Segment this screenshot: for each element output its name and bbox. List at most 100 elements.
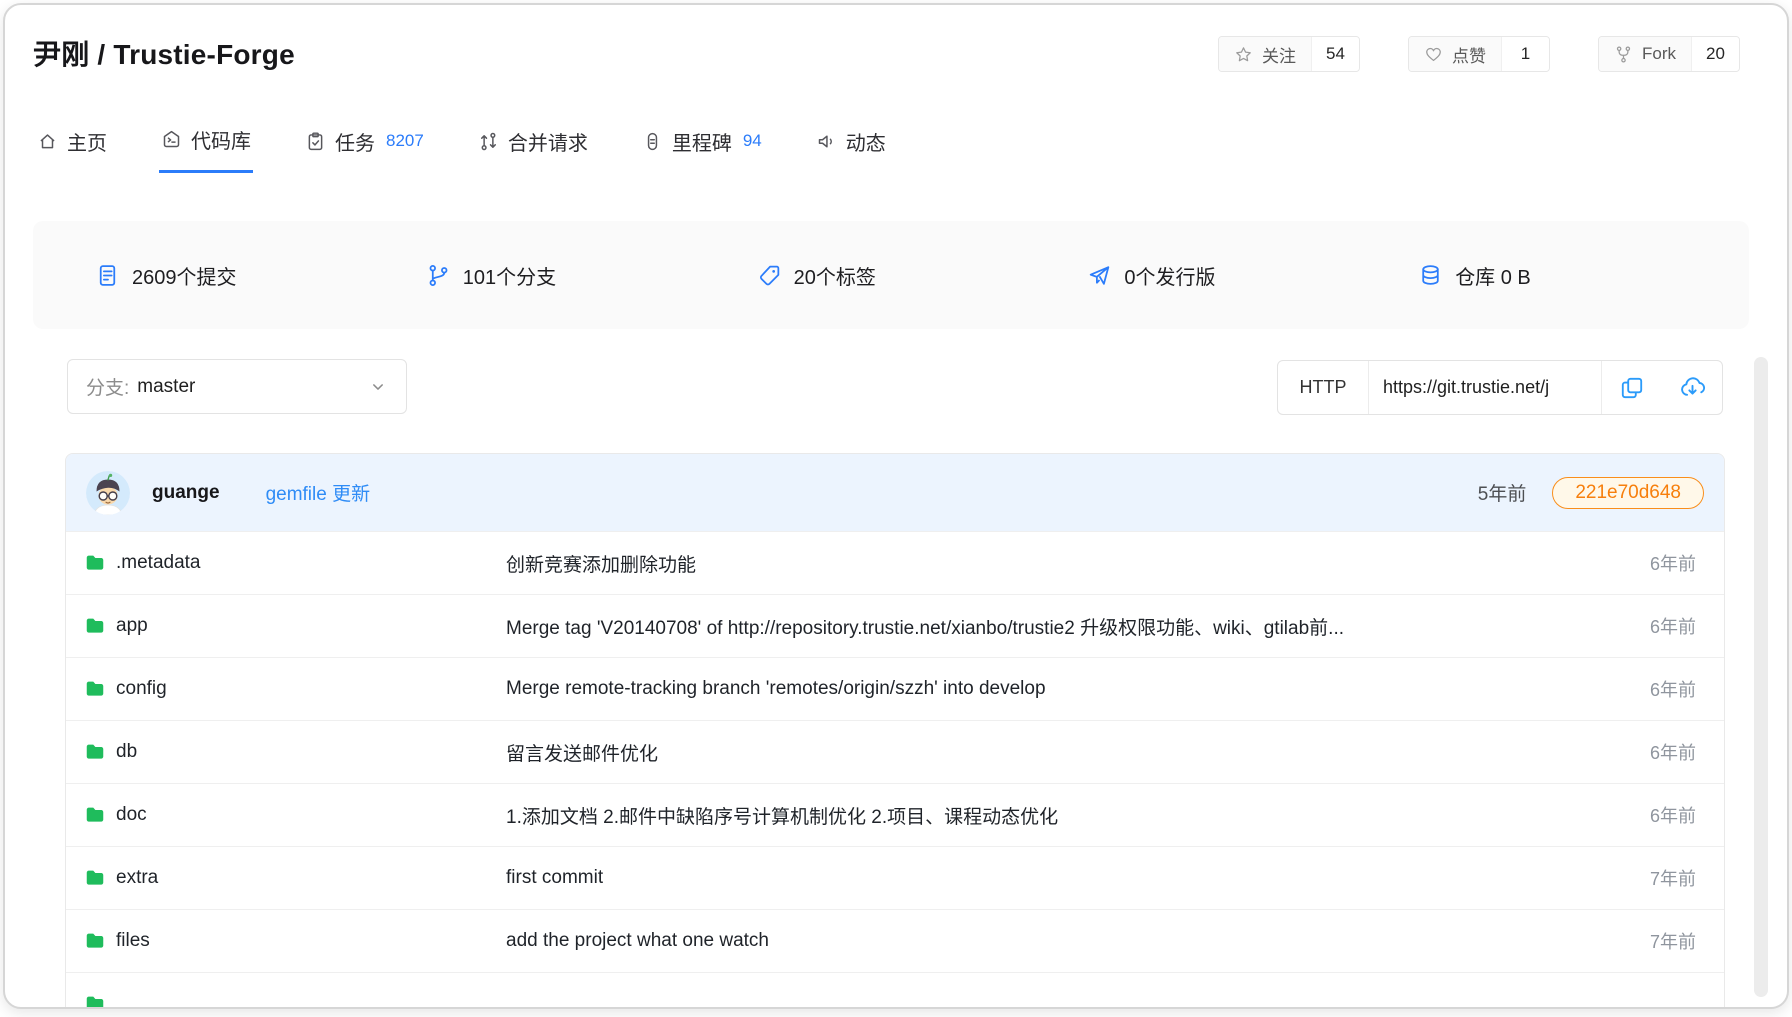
branch-label: 分支: — [86, 373, 129, 400]
tab-milestones-count: 94 — [743, 131, 762, 151]
commit-message-cell[interactable]: Merge tag 'V20140708' of http://reposito… — [506, 595, 1344, 657]
folder-icon — [84, 678, 106, 700]
table-row[interactable]: doc 1.添加文档 2.邮件中缺陷序号计算机制优化 2.项目、课程动态优化 6… — [66, 783, 1724, 846]
vertical-scrollbar[interactable] — [1754, 357, 1768, 997]
stat-commits[interactable]: 2609个提交 — [95, 261, 426, 290]
commit-time-cell: 6年前 — [1650, 784, 1696, 846]
commit-hash-badge[interactable]: 221e70d648 — [1552, 477, 1704, 509]
file-name-cell[interactable]: db — [84, 721, 137, 783]
stat-commits-label: 2609个提交 — [132, 261, 237, 290]
tag-icon — [757, 263, 782, 288]
file-name-cell[interactable]: extra — [84, 847, 158, 909]
table-row[interactable]: .metadata 创新竞赛添加删除功能 6年前 — [66, 531, 1724, 594]
watch-button[interactable]: 关注 54 — [1218, 36, 1360, 72]
branch-icon — [426, 263, 451, 288]
tab-home[interactable]: 主页 — [35, 119, 109, 173]
table-row[interactable]: files add the project what one watch 7年前 — [66, 909, 1724, 972]
page-title: 尹刚 / Trustie-Forge — [33, 33, 295, 73]
table-row[interactable]: config Merge remote-tracking branch 'rem… — [66, 657, 1724, 720]
commit-message-cell[interactable]: 1.添加文档 2.邮件中缺陷序号计算机制优化 2.项目、课程动态优化 — [506, 784, 1058, 846]
commits-icon — [95, 263, 120, 288]
folder-icon — [84, 552, 106, 574]
table-row-partial[interactable] — [66, 972, 1724, 1009]
commit-time-cell: 7年前 — [1650, 910, 1696, 972]
folder-icon — [84, 993, 106, 1009]
stat-repo-size[interactable]: 仓库 0 B — [1418, 261, 1749, 290]
tab-merge-requests[interactable]: 合并请求 — [476, 119, 590, 173]
merge-request-icon — [478, 131, 499, 152]
commit-time-cell: 6年前 — [1650, 721, 1696, 783]
milestone-icon — [642, 131, 663, 152]
commit-author[interactable]: guange — [152, 482, 220, 504]
release-plane-icon — [1087, 263, 1112, 288]
stat-branches-label: 101个分支 — [463, 261, 556, 290]
commit-time-cell: 6年前 — [1650, 532, 1696, 594]
like-count[interactable]: 1 — [1501, 37, 1549, 71]
cloud-download-icon — [1679, 374, 1706, 401]
file-table: guange gemfile 更新 5年前 221e70d648 .metada… — [65, 453, 1725, 1009]
commit-time-cell: 7年前 — [1650, 847, 1696, 909]
commit-message-cell[interactable]: first commit — [506, 847, 603, 909]
tab-code-label: 代码库 — [191, 125, 251, 154]
stat-repo-size-label: 仓库 0 B — [1455, 261, 1531, 290]
tab-issues-count: 8207 — [386, 131, 424, 151]
database-icon — [1418, 263, 1443, 288]
avatar[interactable] — [86, 471, 130, 515]
repo-stats-bar: 2609个提交 101个分支 20个标签 0个发行版 仓库 0 B — [33, 221, 1749, 329]
commit-time-cell: 6年前 — [1650, 658, 1696, 720]
activity-speaker-icon — [816, 131, 837, 152]
commit-message-cell[interactable]: 留言发送邮件优化 — [506, 721, 658, 783]
table-row[interactable]: db 留言发送邮件优化 6年前 — [66, 720, 1724, 783]
tab-milestones[interactable]: 里程碑 94 — [640, 119, 764, 173]
stat-releases[interactable]: 0个发行版 — [1087, 261, 1418, 290]
fork-count[interactable]: 20 — [1691, 37, 1739, 71]
commit-message-cell[interactable]: Merge remote-tracking branch 'remotes/or… — [506, 658, 1046, 720]
clone-url-group: HTTP https://git.trustie.net/j — [1277, 360, 1723, 415]
file-name-cell[interactable]: config — [84, 658, 167, 720]
file-name-cell[interactable]: files — [84, 910, 150, 972]
download-button[interactable] — [1662, 361, 1722, 414]
commit-message-link[interactable]: gemfile 更新 — [266, 479, 371, 506]
branch-selector[interactable]: 分支: master — [67, 359, 407, 414]
chevron-down-icon — [368, 377, 388, 397]
table-row[interactable]: extra first commit 7年前 — [66, 846, 1724, 909]
tab-issues[interactable]: 任务 8207 — [303, 119, 426, 173]
repo-tabs: 主页 代码库 任务 8207 合并请求 里程碑 94 动态 — [35, 119, 888, 173]
commit-message-cell[interactable]: add the project what one watch — [506, 910, 769, 972]
protocol-select[interactable]: HTTP — [1278, 361, 1369, 414]
tab-merge-requests-label: 合并请求 — [508, 127, 588, 156]
table-row[interactable]: app Merge tag 'V20140708' of http://repo… — [66, 594, 1724, 657]
folder-icon — [84, 615, 106, 637]
watch-count[interactable]: 54 — [1311, 37, 1359, 71]
copy-icon — [1619, 375, 1645, 401]
copy-url-button[interactable] — [1602, 361, 1662, 414]
clone-url-input[interactable]: https://git.trustie.net/j — [1369, 361, 1602, 414]
like-button[interactable]: 点赞 1 — [1408, 36, 1550, 72]
star-icon — [1234, 45, 1253, 64]
tab-activity-label: 动态 — [846, 127, 886, 156]
stat-branches[interactable]: 101个分支 — [426, 261, 757, 290]
folder-icon — [84, 930, 106, 952]
stat-tags-label: 20个标签 — [794, 261, 876, 290]
stat-tags[interactable]: 20个标签 — [757, 261, 1088, 290]
commit-time-cell: 6年前 — [1650, 595, 1696, 657]
commit-message-cell[interactable]: 创新竞赛添加删除功能 — [506, 532, 696, 594]
commit-time: 5年前 — [1478, 479, 1527, 506]
code-repo-icon — [161, 129, 182, 150]
fork-button[interactable]: Fork 20 — [1598, 36, 1740, 72]
heart-icon — [1424, 45, 1443, 64]
like-label: 点赞 — [1452, 42, 1486, 67]
tab-milestones-label: 里程碑 — [672, 127, 732, 156]
tab-activity[interactable]: 动态 — [814, 119, 888, 173]
latest-commit-banner: guange gemfile 更新 5年前 221e70d648 — [66, 454, 1724, 531]
file-name-cell[interactable]: doc — [84, 784, 147, 846]
fork-label: Fork — [1642, 44, 1676, 64]
branch-value: master — [137, 376, 195, 398]
tab-code[interactable]: 代码库 — [159, 119, 253, 173]
file-name-cell[interactable] — [84, 973, 106, 1009]
repo-actions: 关注 54 点赞 1 Fork 20 — [1218, 36, 1740, 72]
file-name-cell[interactable]: app — [84, 595, 148, 657]
tab-home-label: 主页 — [67, 127, 107, 156]
folder-icon — [84, 804, 106, 826]
file-name-cell[interactable]: .metadata — [84, 532, 201, 594]
